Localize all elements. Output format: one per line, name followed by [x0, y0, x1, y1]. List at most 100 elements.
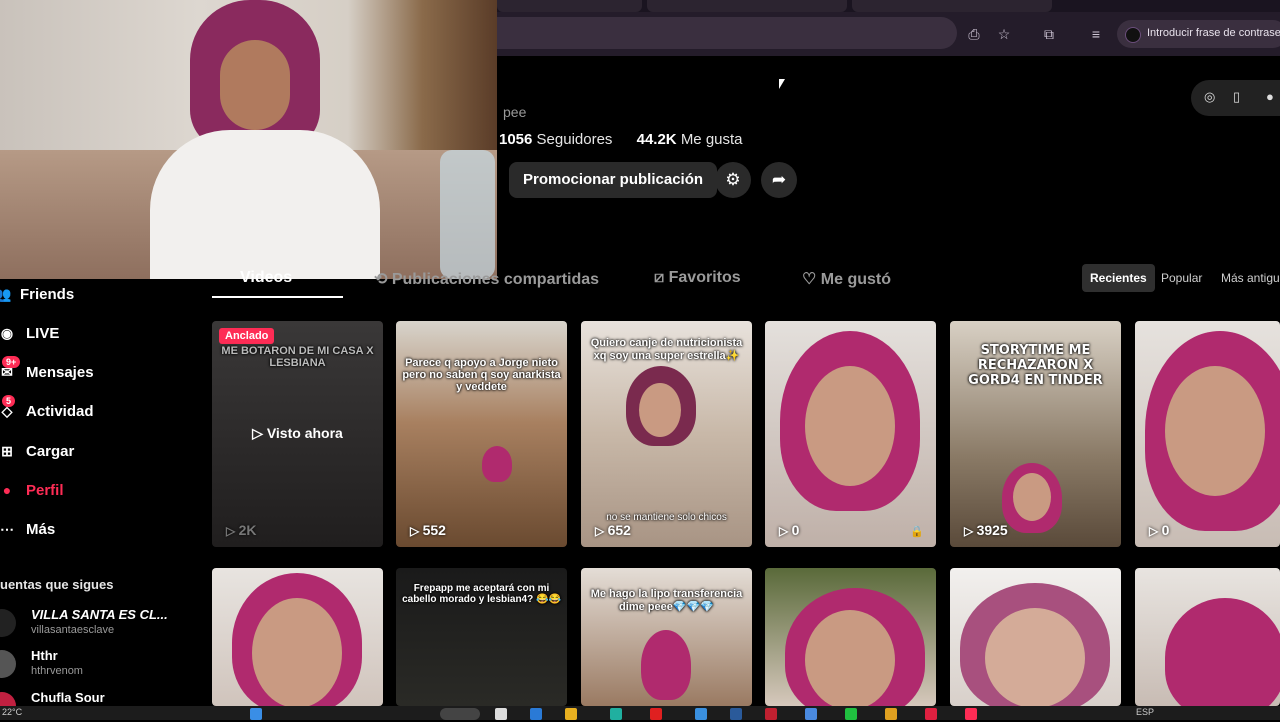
webcam-person-face — [220, 40, 290, 130]
video-caption: STORYTIME ME RECHAZARON X GORD4 EN TINDE… — [968, 343, 1103, 388]
sidebar-item-profile[interactable]: ● Perfil — [0, 482, 64, 508]
profile-icon: ● — [2, 482, 12, 498]
video-thumbnail-face — [639, 383, 681, 437]
video-card[interactable]: 0 — [1135, 321, 1280, 547]
share-icon: ➦ — [771, 170, 787, 189]
video-card[interactable]: Frepapp me aceptará con mi cabello morad… — [396, 568, 567, 706]
app-icon[interactable] — [530, 708, 542, 720]
app-icon[interactable] — [610, 708, 622, 720]
video-caption: Parece q apoyo a Jorge nieto pero no sab… — [402, 357, 561, 393]
followers-count[interactable]: 1056 — [499, 131, 532, 148]
sort-oldest-button[interactable]: Más antigu — [1213, 264, 1280, 292]
tab-favorites-label: Favoritos — [668, 269, 741, 286]
sidebar-item-more[interactable]: ⋯ Más — [0, 521, 55, 547]
tab-videos[interactable]: Videos — [240, 269, 292, 287]
browser-tab[interactable] — [497, 0, 642, 12]
sidebar-item-label: LIVE — [26, 325, 60, 342]
video-thumbnail-person — [641, 630, 691, 700]
likes-label: Me gusta — [680, 131, 743, 148]
sort-recent-button[interactable]: Recientes — [1082, 264, 1155, 292]
browser-tab[interactable] — [852, 0, 1052, 12]
browser-tab[interactable] — [647, 0, 847, 12]
install-icon[interactable]: ⎙ — [965, 25, 983, 43]
video-card[interactable]: Anclado ME BOTARON DE MI CASA X LESBIANA… — [212, 321, 383, 547]
app-icon[interactable] — [730, 708, 742, 720]
address-bar[interactable] — [497, 17, 957, 49]
repost-icon: ⟲ — [374, 271, 392, 288]
search-icon[interactable] — [440, 708, 480, 720]
profile-avatar-icon — [1125, 27, 1141, 43]
tab-shared[interactable]: ⟲ Publicaciones compartidas — [374, 269, 599, 289]
video-thumbnail-face — [1013, 473, 1051, 521]
sidebar-item-label: Perfil — [26, 482, 64, 499]
video-views: 552 — [410, 522, 446, 538]
sidebar-item-messages[interactable]: 9+ ✉ Mensajes — [0, 356, 94, 390]
windows-start-icon[interactable] — [250, 708, 262, 720]
following-handle: hthrvenom — [31, 665, 83, 677]
sidebar-item-upload[interactable]: ⊞ Cargar — [0, 443, 74, 469]
promote-button[interactable]: Promocionar publicación — [509, 162, 718, 198]
video-card[interactable]: Quiero canje de nutricionista xq soy una… — [581, 321, 752, 547]
sort-popular-button[interactable]: Popular — [1153, 264, 1210, 292]
folder-icon[interactable] — [565, 708, 577, 720]
avatar — [0, 650, 16, 678]
app-icon[interactable] — [845, 708, 857, 720]
profile-chip-label: Introducir frase de contrase — [1147, 27, 1280, 39]
video-card[interactable] — [1135, 568, 1280, 706]
video-thumbnail-face — [252, 598, 342, 706]
sidebar-item-live[interactable]: ◉ LIVE — [0, 325, 59, 351]
likes-count: 44.2K — [636, 131, 677, 148]
app-icon[interactable] — [925, 708, 937, 720]
profile-username: pee — [503, 104, 527, 120]
video-card[interactable] — [212, 568, 383, 706]
video-views: 652 — [595, 522, 631, 538]
share-button[interactable]: ➦ — [761, 162, 797, 198]
media-icon[interactable]: ≡ — [1087, 25, 1105, 43]
sidebar-item-label: Mensajes — [26, 364, 94, 381]
video-thumbnail-face — [985, 608, 1085, 706]
star-icon[interactable]: ☆ — [995, 25, 1013, 43]
following-name: Hthr — [31, 648, 58, 663]
video-thumbnail-person — [1165, 598, 1280, 706]
messages-badge: 9+ — [2, 356, 21, 368]
video-card[interactable]: Me hago la lipo transferencia dime peee💎… — [581, 568, 752, 706]
app-icon[interactable] — [965, 708, 977, 720]
video-card[interactable] — [950, 568, 1121, 706]
tab-favorites[interactable]: ⧄ Favoritos — [654, 269, 741, 287]
avatar — [0, 609, 16, 637]
webcam-person-body — [150, 130, 380, 279]
following-name: VILLA SANTA ES CL... — [31, 607, 168, 622]
sidebar-item-label: Cargar — [26, 443, 75, 460]
upload-icon: ⊞ — [1, 443, 13, 459]
app-icon[interactable] — [805, 708, 817, 720]
chrome-icon[interactable] — [885, 708, 897, 720]
sidebar-item-label: Actividad — [26, 403, 94, 420]
app-icon[interactable] — [695, 708, 707, 720]
video-thumbnail-face — [805, 610, 895, 706]
settings-button[interactable]: ⚙ — [715, 162, 751, 198]
pinned-badge: Anclado — [219, 328, 275, 344]
app-icon[interactable] — [765, 708, 777, 720]
more-icon: ⋯ — [0, 521, 14, 537]
tiktok-icon[interactable]: ◎ — [1204, 89, 1215, 105]
weather-temperature[interactable]: 22°C — [2, 707, 22, 717]
phone-icon[interactable]: ▯ — [1233, 89, 1240, 105]
sidebar-item-activity[interactable]: 5 ◇ Actividad — [0, 395, 94, 429]
video-caption: Me hago la lipo transferencia dime peee💎… — [590, 588, 743, 613]
profile-chip[interactable]: Introducir frase de contrase — [1117, 20, 1280, 48]
video-card[interactable]: 0 🔒 — [765, 321, 936, 547]
video-caption: ME BOTARON DE MI CASA X LESBIANA — [221, 345, 374, 369]
video-card[interactable]: Parece q apoyo a Jorge nieto pero no sab… — [396, 321, 567, 547]
extensions-icon[interactable]: ⧉ — [1040, 25, 1058, 43]
video-thumbnail-face — [805, 366, 895, 486]
tab-liked[interactable]: ♡ Me gustó — [802, 269, 891, 289]
tab-liked-label: Me gustó — [820, 271, 892, 288]
followers-label[interactable]: Seguidores — [537, 131, 613, 148]
taskview-icon[interactable] — [495, 708, 507, 720]
avatar-icon[interactable]: ● — [1266, 89, 1274, 104]
video-card[interactable] — [765, 568, 936, 706]
app-icon[interactable] — [650, 708, 662, 720]
sidebar-item-friends[interactable]: 👥 Friends — [0, 286, 74, 312]
language-indicator[interactable]: ESP — [1136, 707, 1154, 717]
video-card[interactable]: STORYTIME ME RECHAZARON X GORD4 EN TINDE… — [950, 321, 1121, 547]
